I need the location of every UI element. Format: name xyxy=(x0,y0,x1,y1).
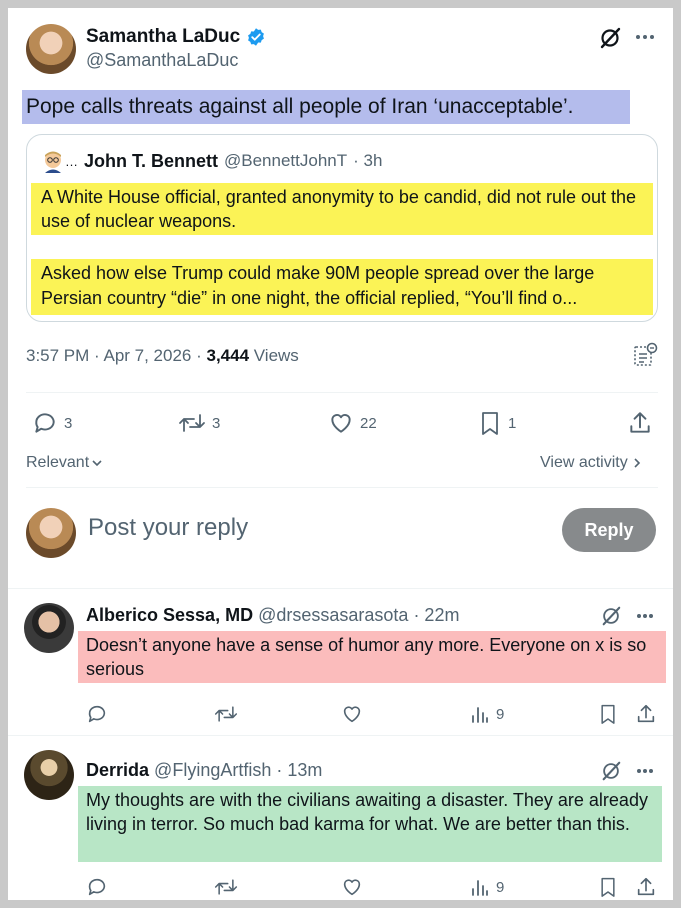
reply-input[interactable]: Post your reply xyxy=(88,514,248,542)
views-action[interactable]: 9 xyxy=(470,703,504,725)
reply-text: My thoughts are with the civilians await… xyxy=(78,786,662,862)
like-count: 22 xyxy=(360,414,377,432)
author-name-row: Samantha LaDuc xyxy=(86,26,266,48)
quote-paragraph-2-text: Asked how else Trump could make 90M peop… xyxy=(41,263,595,308)
quote-author-row: … John T. Bennett @BennettJohnT · 3h xyxy=(41,149,382,173)
reply-views: 9 xyxy=(496,878,505,896)
views-action[interactable]: 9 xyxy=(470,876,504,898)
reply-icon[interactable] xyxy=(86,703,108,725)
quote-time: · 3h xyxy=(353,151,383,170)
reply-post[interactable]: Alberico Sessa, MD @drsessasarasota · 22… xyxy=(8,589,673,735)
reply-author-handle[interactable]: @FlyingArtfish xyxy=(154,760,271,780)
chevron-down-icon xyxy=(91,457,103,469)
quoted-post[interactable]: … John T. Bennett @BennettJohnT · 3h A W… xyxy=(26,134,658,322)
author-handle[interactable]: @SamanthaLaDuc xyxy=(86,50,238,71)
reply-author-row: Alberico Sessa, MD @drsessasarasota · 22… xyxy=(86,605,459,626)
sort-label: Relevant xyxy=(26,454,90,471)
reply-count: 3 xyxy=(64,414,73,432)
reply-author-handle[interactable]: @drsessasarasota xyxy=(258,605,408,625)
quote-author-avatar xyxy=(41,149,65,173)
repost-icon xyxy=(178,410,206,436)
reply-author-name[interactable]: Derrida xyxy=(86,760,149,780)
divider xyxy=(26,392,658,393)
reply-icon[interactable] xyxy=(86,876,108,898)
analytics-bars-icon xyxy=(470,876,490,898)
reply-time[interactable]: · 22m xyxy=(413,605,459,625)
bookmark-icon xyxy=(478,410,502,436)
composer-avatar xyxy=(26,508,76,558)
reply-text-content: Doesn’t anyone have a sense of humor any… xyxy=(86,635,647,679)
heart-icon xyxy=(328,410,354,436)
share-icon[interactable] xyxy=(627,410,653,436)
bookmark-icon[interactable] xyxy=(598,703,618,725)
post-meta: 3:57 PM · Apr 7, 2026 · 3,444 Views xyxy=(26,346,299,366)
post-timestamp[interactable]: 3:57 PM · Apr 7, 2026 · xyxy=(26,346,206,365)
reply-avatar[interactable] xyxy=(24,750,74,800)
share-icon[interactable] xyxy=(635,876,657,898)
quote-author-handle: @BennettJohnT xyxy=(224,151,348,170)
quote-avatar-ellipsis: … xyxy=(65,153,78,169)
quote-paragraph-1: A White House official, granted anonymit… xyxy=(31,183,653,235)
reply-views: 9 xyxy=(496,705,505,723)
quote-paragraph-2: Asked how else Trump could make 90M peop… xyxy=(31,259,653,315)
grok-icon[interactable] xyxy=(600,760,622,782)
view-activity-link[interactable]: View activity xyxy=(540,454,642,472)
like-action[interactable]: 22 xyxy=(328,410,377,436)
reply-button[interactable]: Reply xyxy=(562,508,656,552)
quote-paragraph-1-text: A White House official, granted anonymit… xyxy=(41,187,637,231)
reply-avatar[interactable] xyxy=(24,603,74,653)
reply-post[interactable]: Derrida @FlyingArtfish · 13m My thoughts… xyxy=(8,736,673,900)
repost-icon[interactable] xyxy=(214,703,238,725)
post-detail-page: Samantha LaDuc @SamanthaLaDuc Pope calls… xyxy=(8,8,673,900)
reply-text-content: My thoughts are with the civilians await… xyxy=(86,790,648,834)
repost-action[interactable]: 3 xyxy=(178,410,220,436)
repost-icon[interactable] xyxy=(214,876,238,898)
more-options-icon[interactable] xyxy=(636,768,654,774)
author-name[interactable]: Samantha LaDuc xyxy=(86,26,240,48)
heart-icon[interactable] xyxy=(341,876,363,898)
reply-author-row: Derrida @FlyingArtfish · 13m xyxy=(86,760,322,781)
reply-author-name[interactable]: Alberico Sessa, MD xyxy=(86,605,253,625)
grok-icon[interactable] xyxy=(600,605,622,627)
divider xyxy=(26,487,658,488)
reply-action[interactable]: 3 xyxy=(32,410,72,436)
post-text-content: Pope calls threats against all people of… xyxy=(26,95,574,118)
post-text: Pope calls threats against all people of… xyxy=(22,90,630,124)
sort-dropdown[interactable]: Relevant xyxy=(26,454,103,472)
heart-icon[interactable] xyxy=(341,703,363,725)
repost-count: 3 xyxy=(212,414,221,432)
chevron-right-icon xyxy=(632,457,642,469)
grok-icon[interactable] xyxy=(598,26,622,50)
view-activity-label: View activity xyxy=(540,454,628,471)
verified-badge-icon xyxy=(246,27,266,47)
analytics-bars-icon xyxy=(470,703,490,725)
bookmark-count: 1 xyxy=(508,414,517,432)
reply-time[interactable]: · 13m xyxy=(276,760,322,780)
reply-text: Doesn’t anyone have a sense of humor any… xyxy=(78,631,666,683)
bookmark-icon[interactable] xyxy=(598,876,618,898)
more-options-icon[interactable] xyxy=(635,34,655,40)
share-icon[interactable] xyxy=(635,703,657,725)
quote-author-name: John T. Bennett xyxy=(84,150,218,171)
reply-icon xyxy=(32,410,58,436)
views-label: Views xyxy=(249,346,299,365)
bookmark-action[interactable]: 1 xyxy=(478,410,516,436)
more-options-icon[interactable] xyxy=(636,613,654,619)
author-avatar[interactable] xyxy=(26,24,76,74)
views-count: 3,444 xyxy=(206,346,250,365)
post-analytics-icon[interactable] xyxy=(632,342,658,368)
